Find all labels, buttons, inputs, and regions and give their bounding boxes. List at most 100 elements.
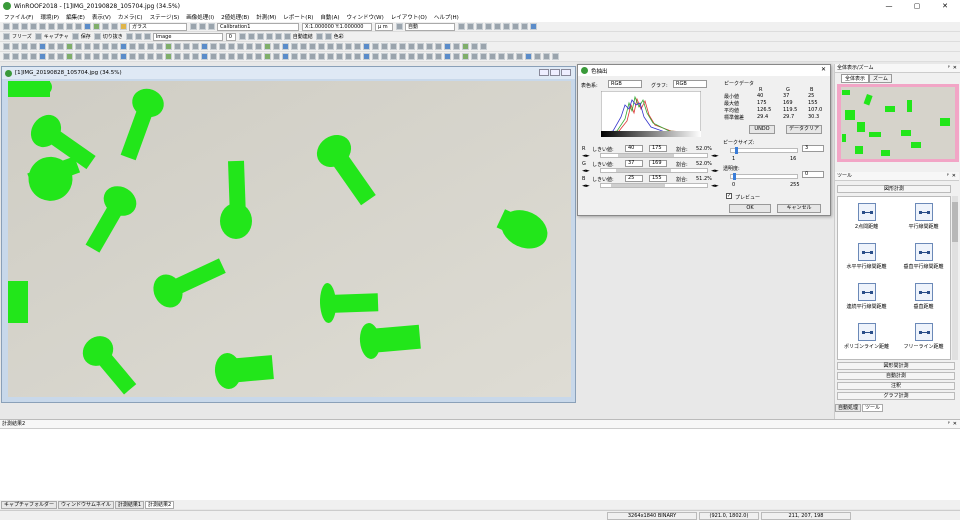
save-label[interactable]: 保存 <box>81 33 91 40</box>
binary-tool-icon[interactable] <box>75 43 82 50</box>
measure-tool-icon[interactable] <box>12 53 19 60</box>
measure-tool-icon[interactable] <box>462 53 469 60</box>
step-right-icon[interactable]: ◄► <box>711 168 719 174</box>
measure-tool-icon[interactable] <box>228 53 235 60</box>
measure-tool-icon[interactable] <box>255 53 262 60</box>
overview-thumbnail[interactable] <box>837 84 959 162</box>
threshold-low-input[interactable]: 40 <box>625 145 643 152</box>
tool-item[interactable]: 連続平行線間距離 <box>838 277 895 317</box>
paste-icon[interactable] <box>57 23 64 30</box>
overview-pin-icon[interactable]: ᵖ <box>948 64 950 73</box>
binary-tool-icon[interactable] <box>192 43 199 50</box>
menu-file[interactable]: ファイル(F) <box>4 13 33 21</box>
threshold-high-input[interactable]: 175 <box>649 145 667 152</box>
image-minimize-button[interactable] <box>539 69 549 76</box>
measure-tool-icon[interactable] <box>210 53 217 60</box>
bulb-icon[interactable] <box>120 23 127 30</box>
measure-tool-icon[interactable] <box>426 53 433 60</box>
measure-tool-icon[interactable] <box>273 53 280 60</box>
binary-tool-icon[interactable] <box>102 43 109 50</box>
measure-tool-icon[interactable] <box>138 53 145 60</box>
layout-icon[interactable] <box>143 33 151 40</box>
binary-tool-icon[interactable] <box>381 43 388 50</box>
tools-scrollbar[interactable] <box>952 196 958 360</box>
binary-tool-icon[interactable] <box>219 43 226 50</box>
section-graph-measure[interactable]: グラフ計測 <box>837 392 955 400</box>
undo-icon[interactable] <box>66 23 73 30</box>
measure-tool-icon[interactable] <box>525 53 532 60</box>
binary-tool-icon[interactable] <box>129 43 136 50</box>
image-window[interactable]: [1]IMG_20190828_105704.jpg (34.5%) <box>1 66 576 403</box>
threshold-slider[interactable] <box>600 168 708 173</box>
peak-size-slider[interactable] <box>730 147 798 154</box>
capture-label[interactable]: キャプチャ <box>44 33 69 40</box>
tab-auto-process[interactable]: 自動処理 <box>835 404 862 412</box>
tool-item[interactable]: フリーライン距離 <box>895 317 950 357</box>
tile-icon[interactable] <box>125 33 133 40</box>
measure-tool-icon[interactable] <box>183 53 190 60</box>
table-icon[interactable] <box>190 23 197 30</box>
menu-edit[interactable]: 編集(E) <box>66 13 85 21</box>
peak-clear-button[interactable]: データクリア <box>786 125 822 134</box>
measure-tool-icon[interactable] <box>219 53 226 60</box>
step-right-icon[interactable]: ◄► <box>711 183 719 189</box>
measure-tool-icon[interactable] <box>84 53 91 60</box>
binary-tool-icon[interactable] <box>147 43 154 50</box>
circle-icon[interactable] <box>485 23 492 30</box>
result-pin-icon[interactable]: ᵖ <box>948 420 950 429</box>
threshold-high-input[interactable]: 155 <box>649 175 667 182</box>
binary-tool-icon[interactable] <box>120 43 127 50</box>
binary-tool-icon[interactable] <box>363 43 370 50</box>
binary-tool-icon[interactable] <box>228 43 235 50</box>
threshold-low-input[interactable]: 25 <box>625 175 643 182</box>
tab-window-thumbnail[interactable]: ウィンドウサムネイル <box>57 501 114 509</box>
measure-tool-icon[interactable] <box>129 53 136 60</box>
menu-view[interactable]: 表示(V) <box>92 13 111 21</box>
binary-tool-icon[interactable] <box>453 43 460 50</box>
binary-tool-icon[interactable] <box>174 43 181 50</box>
text-icon[interactable] <box>512 23 519 30</box>
measure-tool-icon[interactable] <box>264 53 271 60</box>
binary-tool-icon[interactable] <box>12 43 19 50</box>
image-mode-select[interactable]: Image <box>152 32 223 41</box>
crop-icon[interactable] <box>93 33 101 40</box>
measure-tool-icon[interactable] <box>552 53 559 60</box>
image-close-button[interactable] <box>561 69 571 76</box>
section-shape-measure[interactable]: 図形計測 <box>837 185 951 193</box>
ellipse-select-icon[interactable] <box>247 33 255 40</box>
menu-env[interactable]: 環境(P) <box>40 13 59 21</box>
measure-tool-icon[interactable] <box>291 53 298 60</box>
tool-item[interactable]: 2点間距離 <box>838 197 895 237</box>
binary-tool-icon[interactable] <box>165 43 172 50</box>
measure-tool-icon[interactable] <box>102 53 109 60</box>
measure-tool-icon[interactable] <box>399 53 406 60</box>
measure-tool-icon[interactable] <box>66 53 73 60</box>
binary-tool-icon[interactable] <box>30 43 37 50</box>
binary-tool-icon[interactable] <box>201 43 208 50</box>
measure-tool-icon[interactable] <box>453 53 460 60</box>
binary-tool-icon[interactable] <box>84 43 91 50</box>
measure-tool-icon[interactable] <box>147 53 154 60</box>
tab-all-view[interactable]: 全体表示 <box>841 74 870 83</box>
image-canvas[interactable] <box>8 77 571 397</box>
menu-image[interactable]: 画像処理(I) <box>186 13 214 21</box>
hand-icon[interactable] <box>467 23 474 30</box>
measure-tool-icon[interactable] <box>282 53 289 60</box>
cancel-button[interactable]: キャンセル <box>777 204 821 213</box>
threshold-slider[interactable] <box>600 183 708 188</box>
tool-item[interactable]: 垂直平行線間距離 <box>895 237 950 277</box>
binary-tool-icon[interactable] <box>210 43 217 50</box>
measure-tool-icon[interactable] <box>345 53 352 60</box>
color-icon[interactable] <box>324 33 332 40</box>
stitch-label[interactable]: 自動連結 <box>293 33 313 40</box>
binary-tool-icon[interactable] <box>66 43 73 50</box>
measure-tool-icon[interactable] <box>507 53 514 60</box>
print-icon[interactable] <box>30 23 37 30</box>
menu-stage[interactable]: ステージ(S) <box>150 13 180 21</box>
step-right-icon[interactable]: ◄► <box>711 153 719 159</box>
move-icon[interactable] <box>530 23 537 30</box>
redo-icon[interactable] <box>75 23 82 30</box>
binary-tool-icon[interactable] <box>327 43 334 50</box>
measure-tool-icon[interactable] <box>543 53 550 60</box>
tool-item[interactable]: ポリゴンライン距離 <box>838 317 895 357</box>
